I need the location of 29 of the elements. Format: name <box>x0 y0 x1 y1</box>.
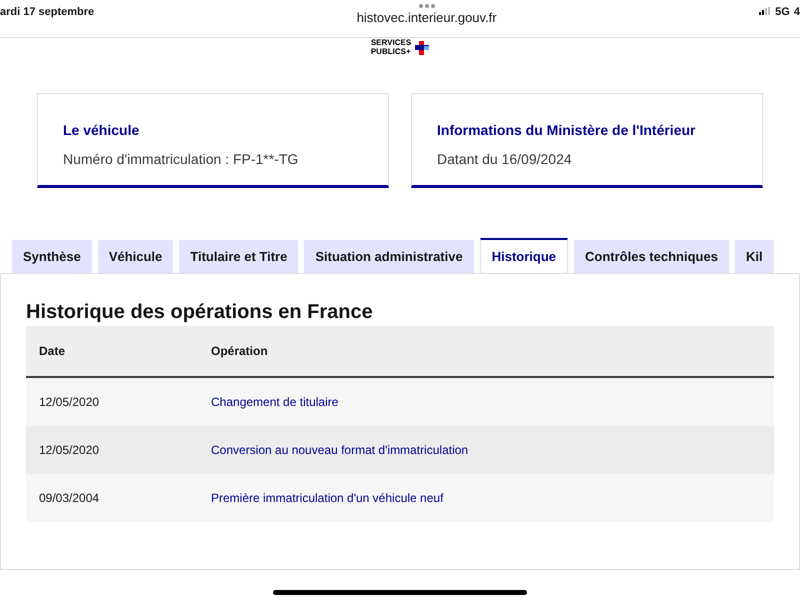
more-dots-icon[interactable] <box>418 4 435 8</box>
card-title: Le véhicule <box>63 120 140 140</box>
table-cell: 12/05/2020 <box>26 426 198 474</box>
network-label: 5G <box>775 5 790 20</box>
logo-text: PUBLICS+ <box>370 48 412 57</box>
tab[interactable]: Véhicule <box>98 240 174 274</box>
operation-link[interactable]: Conversion au nouveau format d'immatriculation <box>198 426 774 474</box>
column-header: Date <box>26 326 198 378</box>
address-url[interactable]: histovec.interieur.gouv.fr <box>356 8 497 28</box>
signal-icon <box>759 7 772 15</box>
card-text: Numéro d'immatriculation : FP-1**-TG <box>63 150 300 169</box>
card-title: Informations du Ministère de l'Intérieur <box>437 120 696 140</box>
card-text: Datant du 16/09/2024 <box>437 150 573 169</box>
tab[interactable]: Kil <box>734 240 774 274</box>
tab[interactable]: Situation administrative <box>304 240 474 274</box>
logo-icon <box>415 40 430 55</box>
table-cell: 09/03/2004 <box>26 474 198 522</box>
status-date: ardi 17 septembre <box>0 5 94 20</box>
operation-link[interactable]: Changement de titulaire <box>198 377 774 426</box>
tab[interactable]: Titulaire et Titre <box>179 240 298 274</box>
operation-link[interactable]: Première immatriculation d'un véhicule neuf <box>198 474 774 522</box>
tab[interactable]: Historique <box>480 238 568 274</box>
logo-text: SERVICES <box>370 39 412 48</box>
battery-label: 4 <box>794 5 800 20</box>
table-cell: 12/05/2020 <box>26 377 198 426</box>
tab[interactable]: Contrôles techniques <box>574 240 729 274</box>
section-title: Historique des opérations en France <box>26 300 374 324</box>
tab[interactable]: Synthèse <box>12 240 92 274</box>
column-header: Opération <box>198 326 774 378</box>
